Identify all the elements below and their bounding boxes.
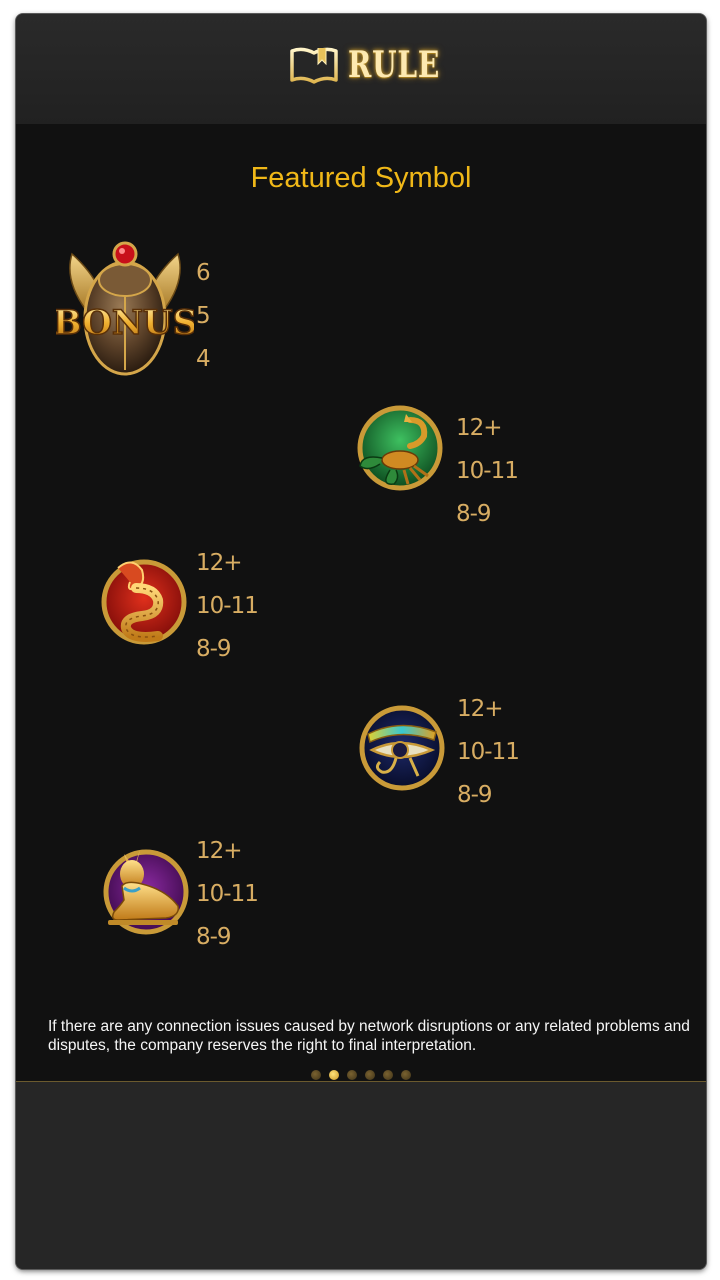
bonus-scarab-icon: BONUS: [56, 241, 194, 376]
header-title-group: RULE: [288, 44, 441, 86]
payout-tier-3: 8-9: [456, 501, 492, 527]
payout-tier-2: 10-11: [456, 458, 519, 484]
cobra-icon: [101, 559, 187, 645]
payout-tier-2: 5: [196, 303, 211, 329]
eye-of-horus-payouts: 12+ 10-11 8-9: [457, 688, 520, 817]
scorpion-payouts: 12+ 10-11 8-9: [456, 407, 519, 536]
bastet-cat-icon: [103, 849, 189, 935]
payout-tier-3: 8-9: [196, 636, 232, 662]
payout-tier-3: 4: [196, 346, 211, 372]
page-dot[interactable]: [365, 1070, 375, 1080]
symbol-eye-of-horus: [356, 700, 452, 796]
rule-header: RULE: [16, 14, 706, 125]
payout-tier-2: 10-11: [457, 739, 520, 765]
symbol-cobra: [96, 552, 192, 648]
payout-tier-1: 6: [196, 260, 211, 286]
payout-tier-3: 8-9: [457, 782, 493, 808]
page-dot[interactable]: [311, 1070, 321, 1080]
payout-tier-2: 10-11: [196, 881, 259, 907]
section-title: Featured Symbol: [250, 162, 472, 194]
page-dot[interactable]: [347, 1070, 357, 1080]
header-title: RULE: [348, 44, 441, 86]
bottom-panel: [16, 1082, 706, 1269]
bonus-label: BONUS: [56, 303, 194, 343]
cobra-payouts: 12+ 10-11 8-9: [196, 542, 259, 671]
payout-tier-1: 12+: [457, 696, 504, 722]
symbol-scorpion: [350, 400, 446, 496]
eye-of-horus-icon: [359, 705, 445, 791]
payout-tier-3: 8-9: [196, 924, 232, 950]
symbol-bastet-cat: [96, 840, 192, 936]
payout-tier-1: 12+: [196, 838, 243, 864]
scorpion-icon: [357, 405, 443, 491]
symbol-bonus-scarab: BONUS: [56, 240, 194, 380]
bastet-cat-payouts: 12+ 10-11 8-9: [196, 830, 259, 959]
page-dot[interactable]: [383, 1070, 393, 1080]
rule-content: Featured Symbol BONUS 6 5 4 12+ 10-11 8-…: [16, 124, 706, 1082]
payout-tier-1: 12+: [456, 415, 503, 441]
payout-tier-2: 10-11: [196, 593, 259, 619]
bonus-payouts: 6 5 4: [196, 252, 211, 381]
book-icon: [290, 47, 338, 84]
page-dot[interactable]: [329, 1070, 339, 1080]
rule-panel: RULE Featured Symbol BONUS 6 5 4 12+ 10-…: [16, 14, 706, 1269]
page-indicator[interactable]: [16, 1070, 706, 1080]
disclaimer-text: If there are any connection issues cause…: [48, 1018, 690, 1054]
payout-tier-1: 12+: [196, 550, 243, 576]
page-dot[interactable]: [401, 1070, 411, 1080]
